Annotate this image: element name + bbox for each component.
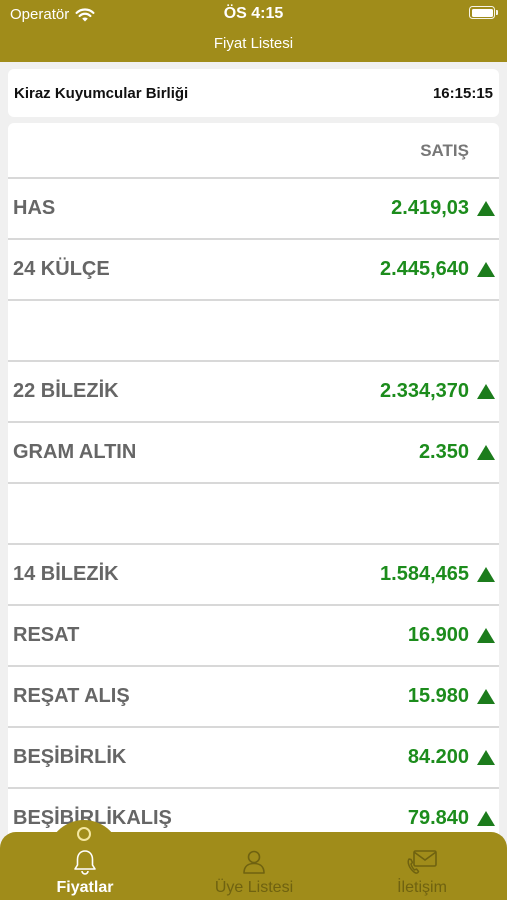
list-spacer: [8, 301, 499, 362]
item-price: 16.900: [408, 624, 495, 647]
item-price: 84.200: [408, 746, 495, 769]
item-price: 2.350: [419, 441, 495, 464]
company-name: Kiraz Kuyumcular Birliği: [14, 84, 189, 102]
item-price: 15.980: [408, 685, 495, 708]
contact-icon: [407, 850, 437, 874]
item-sell-value: 16.900: [407, 624, 469, 646]
list-item[interactable]: 24 KÜLÇE 2.445,640: [8, 240, 499, 301]
list-item[interactable]: GRAM ALTIN 2.350: [8, 423, 499, 484]
user-icon: [243, 850, 265, 874]
page-title: Fiyat Listesi: [213, 35, 294, 52]
bell-icon: [74, 850, 96, 875]
app-header: Operatör ÖS 4:15 Fiyat Listesi: [0, 0, 507, 62]
tab-prices[interactable]: Fiyatlar: [40, 832, 130, 900]
list-item[interactable]: HAS 2.419,03: [8, 179, 499, 240]
battery-icon: [469, 6, 498, 19]
list-item[interactable]: REŞAT ALIŞ 15.980: [8, 667, 499, 728]
item-name: 14 BİLEZİK: [13, 563, 119, 585]
tab-contact[interactable]: İletişim: [375, 832, 469, 900]
item-price: 2.419,03: [391, 197, 495, 220]
list-item[interactable]: RESAT 16.900: [8, 606, 499, 667]
item-name: 24 KÜLÇE: [13, 258, 110, 280]
up-arrow-icon: [477, 201, 495, 216]
tab-members-label: Üye Listesi: [214, 879, 294, 896]
item-sell-value: 79.840: [407, 807, 469, 829]
item-name: BEŞİBİRLİK: [13, 746, 127, 768]
item-name: REŞAT ALIŞ: [13, 685, 130, 707]
up-arrow-icon: [477, 811, 495, 826]
item-sell-value: 1.584,465: [380, 563, 469, 585]
tab-prices-label: Fiyatlar: [56, 879, 114, 896]
item-sell-value: 2.419,03: [391, 197, 469, 219]
tab-bar: Fiyatlar Üye Listesi İletişim: [0, 820, 507, 900]
up-arrow-icon: [477, 445, 495, 460]
item-name: 22 BİLEZİK: [13, 380, 119, 402]
item-price: 2.445,640: [380, 258, 495, 281]
list-header: SATIŞ: [8, 123, 499, 179]
info-card: Kiraz Kuyumcular Birliği 16:15:15: [8, 69, 499, 117]
item-name: RESAT: [13, 624, 80, 646]
up-arrow-icon: [477, 628, 495, 643]
up-arrow-icon: [477, 384, 495, 399]
up-arrow-icon: [477, 567, 495, 582]
up-arrow-icon: [477, 689, 495, 704]
item-name: GRAM ALTIN: [13, 441, 137, 463]
price-list[interactable]: SATIŞ HAS 2.419,03 24 KÜLÇE 2.445,640 22 BİL…: [8, 123, 499, 843]
status-bar: Operatör ÖS 4:15: [0, 0, 507, 30]
item-sell-value: 2.334,370: [380, 380, 469, 402]
tab-members[interactable]: Üye Listesi: [195, 832, 313, 900]
sell-column-header: SATIŞ: [420, 141, 469, 160]
item-price: 2.334,370: [380, 380, 495, 403]
item-sell-value: 84.200: [407, 746, 469, 768]
list-item[interactable]: 22 BİLEZİK 2.334,370: [8, 362, 499, 423]
list-item[interactable]: 14 BİLEZİK 1.584,465: [8, 545, 499, 606]
item-name: HAS: [13, 197, 56, 219]
item-sell-value: 15.980: [407, 685, 469, 707]
item-price: 79.840: [408, 807, 495, 830]
active-tab-indicator: [77, 827, 91, 841]
item-price: 1.584,465: [380, 563, 495, 586]
item-sell-value: 2.350: [418, 441, 469, 463]
item-sell-value: 2.445,640: [380, 258, 469, 280]
status-time: ÖS 4:15: [223, 5, 284, 22]
up-arrow-icon: [477, 750, 495, 765]
list-spacer: [8, 484, 499, 545]
tab-contact-label: İletişim: [397, 879, 447, 896]
up-arrow-icon: [477, 262, 495, 277]
list-item[interactable]: BEŞİBİRLİK 84.200: [8, 728, 499, 789]
update-time: 16:15:15: [432, 84, 493, 102]
